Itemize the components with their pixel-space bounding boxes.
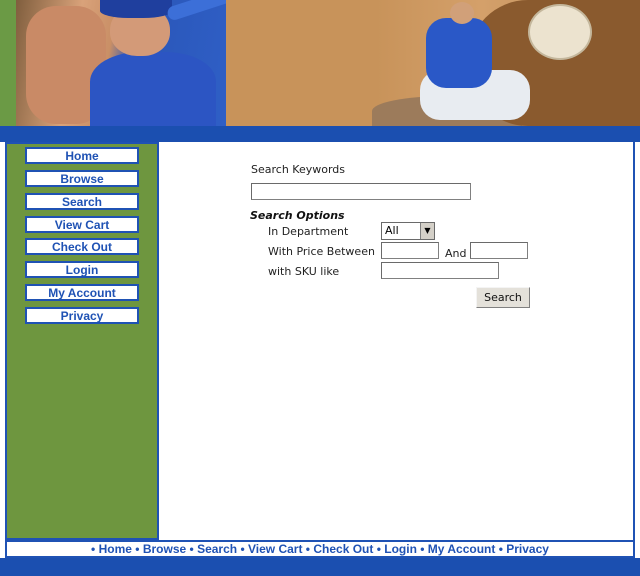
footer-link-privacy[interactable]: Privacy	[506, 542, 549, 556]
batter-jersey	[90, 52, 216, 126]
footer-bullet: •	[135, 542, 140, 556]
footer-bullet: •	[305, 542, 310, 556]
price-max-input[interactable]	[470, 242, 528, 259]
header-divider	[0, 126, 640, 142]
footer-bar	[0, 558, 640, 576]
keywords-label: Search Keywords	[251, 163, 345, 176]
footer-bullet: •	[91, 542, 96, 556]
nav-privacy[interactable]: Privacy	[25, 307, 139, 324]
department-select[interactable]: All ▼	[381, 222, 435, 240]
footer-link-login[interactable]: Login	[384, 542, 417, 556]
nav-search[interactable]: Search	[25, 193, 139, 210]
sku-label: with SKU like	[268, 265, 340, 278]
nav-login[interactable]: Login	[25, 261, 139, 278]
footer-link-search[interactable]: Search	[197, 542, 237, 556]
footer-link-check-out[interactable]: Check Out	[313, 542, 373, 556]
footer-link-view-cart[interactable]: View Cart	[248, 542, 302, 556]
banner-middle	[226, 0, 376, 126]
sidebar-nav: Home Browse Search View Cart Check Out L…	[5, 142, 159, 540]
baseball	[528, 4, 592, 60]
price-label: With Price Between	[268, 245, 375, 258]
nav-my-account[interactable]: My Account	[25, 284, 139, 301]
header-banner	[0, 0, 640, 126]
pitcher-head	[450, 2, 474, 24]
footer-link-browse[interactable]: Browse	[143, 542, 186, 556]
department-selected-value: All	[385, 224, 399, 237]
search-options-heading: Search Options	[250, 209, 345, 222]
nav-browse[interactable]: Browse	[25, 170, 139, 187]
footer-bullet: •	[376, 542, 381, 556]
department-label: In Department	[268, 225, 349, 238]
nav-home[interactable]: Home	[25, 147, 139, 164]
footer-bullet: •	[189, 542, 194, 556]
footer-nav: • Home • Browse • Search • View Cart • C…	[5, 540, 635, 558]
footer-bullet: •	[420, 542, 425, 556]
sku-input[interactable]	[381, 262, 499, 279]
nav-check-out[interactable]: Check Out	[25, 238, 139, 255]
footer-bullet: •	[498, 542, 503, 556]
price-and-label: And	[445, 247, 467, 260]
search-panel: Search Keywords Search Options In Depart…	[159, 142, 635, 540]
footer-bullet: •	[240, 542, 245, 556]
footer-link-my-account[interactable]: My Account	[428, 542, 496, 556]
pitcher-jersey	[426, 18, 492, 88]
dropdown-arrow-icon[interactable]: ▼	[420, 223, 434, 239]
batter-cap	[100, 0, 172, 18]
footer-link-home[interactable]: Home	[99, 542, 132, 556]
banner-edge	[0, 0, 16, 126]
price-min-input[interactable]	[381, 242, 439, 259]
nav-view-cart[interactable]: View Cart	[25, 216, 139, 233]
search-submit-button[interactable]: Search	[476, 287, 530, 308]
keywords-input[interactable]	[251, 183, 471, 200]
